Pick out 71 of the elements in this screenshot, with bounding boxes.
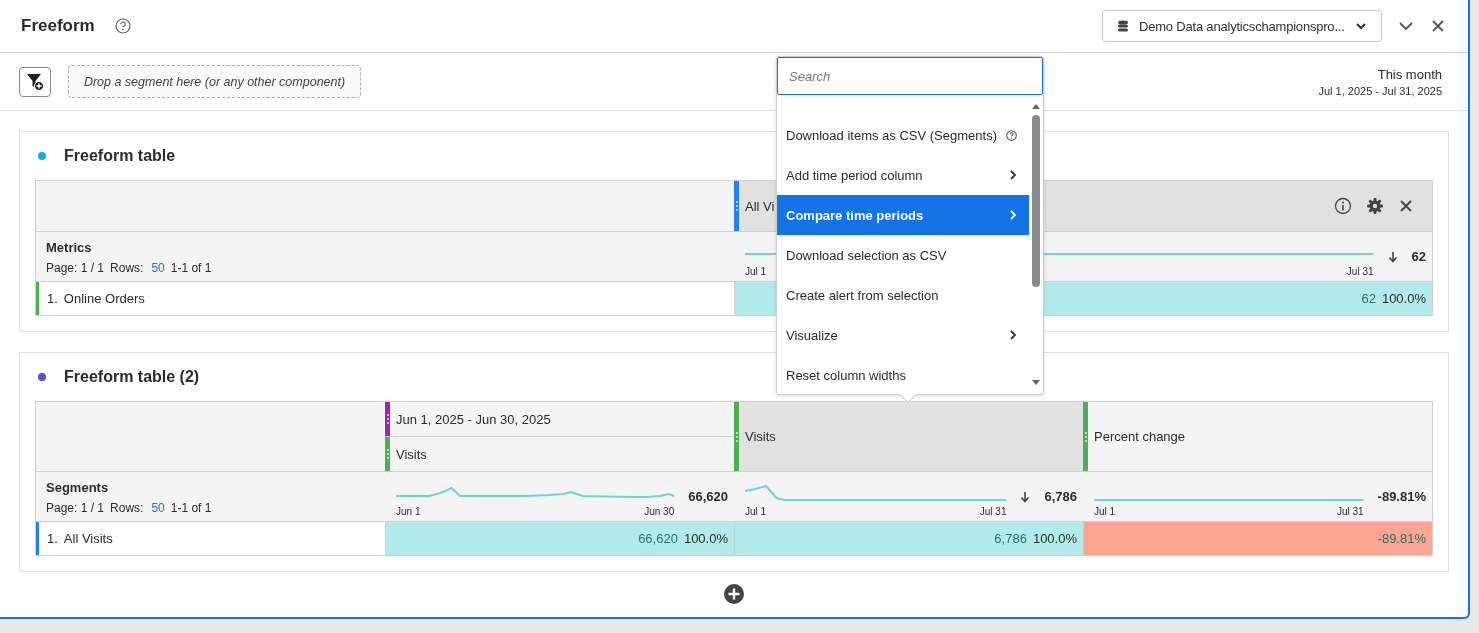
date-preset[interactable]: This month [1377,66,1442,82]
search-field[interactable]: Search [777,57,1043,95]
column-title: Visits [745,429,776,444]
sort-arrow-icon[interactable] [1020,490,1031,503]
column-header[interactable]: Percent change [1083,402,1432,472]
row-label: All Visits [63,531,113,546]
axis-label: Jul 31 [979,506,1007,517]
close-icon[interactable] [1430,18,1446,34]
settings-icon[interactable] [1366,197,1384,215]
close-icon[interactable] [1398,198,1414,214]
dimension-label: Segments [46,480,110,495]
column-title: Percent change [1094,429,1186,444]
database-icon [1117,20,1129,32]
table-cell: 6,786 100.0% [734,522,1083,555]
table-cell: -89.81% [1083,522,1432,555]
segment-drop-zone[interactable]: Drop a segment here (or any other component) [68,65,361,98]
rows-per-page-link[interactable]: 50 [151,501,165,515]
scroll-down-icon[interactable] [1032,380,1040,386]
axis-label: Jul 31 [1346,266,1374,277]
panel-title: Freeform table (2) [64,368,200,386]
dimension-label: Metrics [46,240,93,255]
chevron-down-icon [1355,20,1367,32]
rows-label: Rows: [110,501,144,515]
page-indicator: Page: 1 / 1 [46,501,105,515]
table-cell: 66,620 100.0% [385,522,734,555]
column-title: Jun 1, 2025 - Jun 30, 2025 [396,411,551,427]
sort-arrow-icon[interactable] [1387,250,1398,263]
column-total: -89.81% [1377,489,1426,504]
help-icon[interactable] [114,18,131,34]
scroll-up-icon[interactable] [1032,103,1040,109]
page-indicator: Page: 1 / 1 [46,261,105,275]
drag-handle[interactable] [385,402,390,436]
axis-label: Jun 30 [644,506,675,517]
date-range[interactable]: Jul 1, 2025 - Jul 31, 2025 [1318,84,1442,97]
drag-handle[interactable] [734,402,739,471]
column-total: 66,620 [688,489,728,504]
column-title: All Vi [745,198,775,214]
rows-per-page-link[interactable]: 50 [151,261,165,275]
column-title: Visits [396,446,427,462]
axis-label: Jul 1 [745,266,767,277]
column-total: 62 [1411,249,1426,264]
column-header[interactable]: Visits [734,402,1083,472]
scroll-thumb[interactable] [1032,115,1040,287]
menu-item[interactable]: Visualize [777,315,1029,355]
row-range: 1-1 of 1 [170,501,212,515]
window-title: Freeform [21,16,95,36]
axis-label: Jul 31 [1336,506,1364,517]
panel-title: Freeform table [64,147,176,165]
drag-handle[interactable] [734,181,739,231]
column-header[interactable]: Jun 1, 2025 - Jun 30, 2025 Visits [385,402,734,472]
menu-item[interactable]: Reset column widths [777,355,1029,394]
add-icon[interactable] [724,584,744,604]
help-icon[interactable] [1006,129,1017,141]
add-filter-button[interactable] [19,66,51,97]
menu-item[interactable]: Compare time periods [777,195,1029,235]
row-index: 1. [47,291,58,306]
axis-label: Jun 1 [396,506,421,517]
filter-add-icon [26,72,44,91]
datasource-dropdown[interactable]: Demo Data analyticschampionspro... [1102,10,1382,42]
drag-handle[interactable] [1083,402,1088,471]
axis-label: Jul 1 [1094,506,1116,517]
row-label: Online Orders [63,291,145,306]
row-range: 1-1 of 1 [170,261,212,275]
drag-handle[interactable] [385,437,390,471]
row-index: 1. [47,531,58,546]
rows-label: Rows: [110,261,144,275]
info-icon[interactable] [1334,197,1352,215]
menu-item[interactable]: Download selection as CSV [777,235,1029,275]
column-total: 6,786 [1044,489,1077,504]
menu-item[interactable]: Download items as CSV (Segments) [777,115,1029,155]
axis-label: Jul 1 [745,506,767,517]
